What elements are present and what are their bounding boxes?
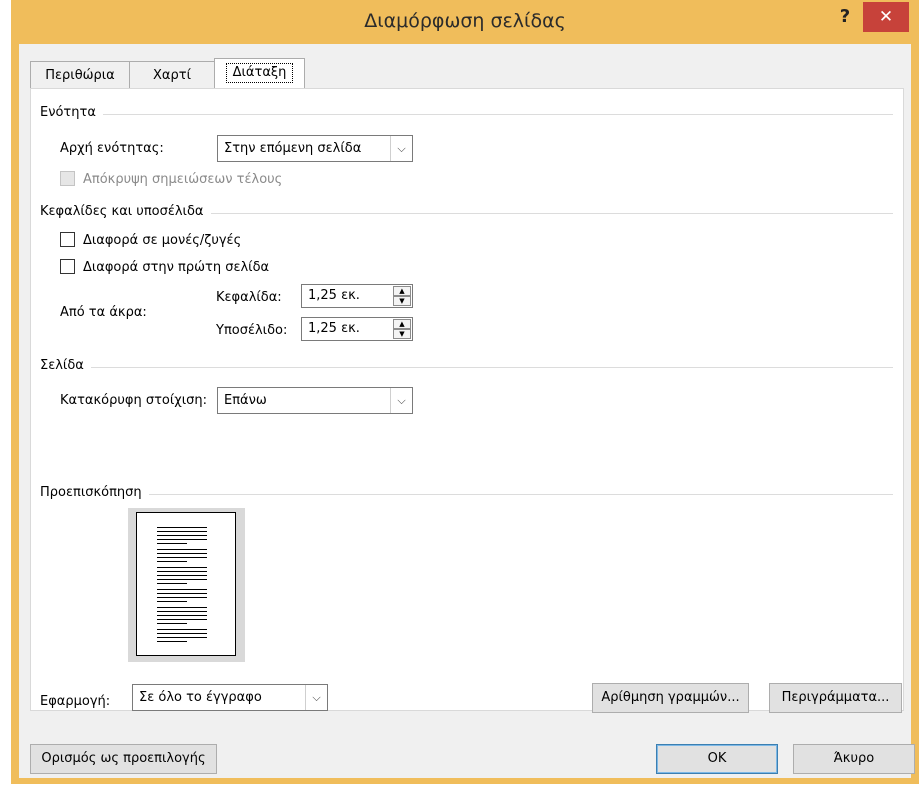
chevron-down-icon: ⌵ (390, 136, 412, 161)
preview-group-title: Προεπισκόπηση (40, 485, 142, 500)
header-distance-label: Κεφαλίδα: (216, 290, 282, 305)
preview-text-line (157, 641, 187, 642)
triangle-down-icon[interactable]: ▼ (393, 296, 411, 306)
vertical-alignment-dropdown[interactable]: Επάνω ⌵ (217, 387, 413, 414)
section-start-dropdown[interactable]: Στην επόμενη σελίδα ⌵ (217, 135, 413, 162)
preview-text-line (157, 567, 207, 568)
different-odd-even-label: Διαφορά σε μονές/ζυγές (83, 233, 242, 248)
preview-text-line (157, 557, 207, 558)
different-first-page-label: Διαφορά στην πρώτη σελίδα (83, 260, 270, 275)
preview-text-line (157, 623, 187, 624)
preview-thumbnail (128, 508, 245, 662)
triangle-up-icon[interactable]: ▲ (393, 319, 411, 329)
layout-panel: Ενότητα Αρχή ενότητας: Στην επόμενη σελί… (30, 88, 904, 711)
different-first-page-checkbox[interactable] (60, 259, 75, 274)
preview-text-line (157, 597, 207, 598)
preview-text-line (157, 543, 187, 544)
tab-layout[interactable]: Διάταξη (214, 58, 305, 89)
apply-to-value: Σε όλο το έγγραφο (139, 690, 262, 705)
set-as-default-button[interactable]: Ορισμός ως προεπιλογής (30, 744, 217, 774)
preview-text-line (157, 527, 207, 528)
preview-text-line (157, 589, 207, 590)
from-edge-label: Από τα άκρα: (60, 305, 147, 320)
preview-text-line (157, 633, 207, 634)
title-bar[interactable]: Διαμόρφωση σελίδας ? ✕ (11, 0, 919, 44)
tab-layout-label: Διάταξη (225, 63, 294, 83)
headers-footers-divider (211, 213, 893, 214)
preview-text-line (157, 611, 207, 612)
header-distance-spinner[interactable]: 1,25 εκ. ▲ ▼ (301, 284, 413, 308)
ok-button[interactable]: OK (656, 744, 778, 774)
section-start-label: Αρχή ενότητας: (60, 141, 164, 156)
section-group-title: Ενότητα (40, 105, 96, 120)
footer-distance-value: 1,25 εκ. (308, 321, 360, 336)
headers-footers-group-title: Κεφαλίδες και υποσέλιδα (40, 204, 204, 219)
triangle-down-icon[interactable]: ▼ (393, 329, 411, 339)
preview-text-line (157, 607, 207, 608)
preview-text-line (157, 539, 207, 540)
preview-text-line (157, 629, 207, 630)
preview-text-line (157, 579, 207, 580)
preview-divider (149, 494, 893, 495)
page-divider (91, 367, 893, 368)
suppress-endnotes-label: Απόκρυψη σημειώσεων τέλους (83, 172, 283, 187)
preview-text-line (157, 593, 207, 594)
vertical-alignment-value: Επάνω (224, 393, 267, 408)
line-numbers-button[interactable]: Αρίθμηση γραμμών... (592, 683, 749, 713)
close-button[interactable]: ✕ (863, 2, 909, 32)
suppress-endnotes-checkbox[interactable] (60, 171, 75, 186)
preview-text-line (157, 535, 207, 536)
vertical-alignment-label: Κατακόρυφη στοίχιση: (60, 393, 208, 408)
different-odd-even-checkbox[interactable] (60, 232, 75, 247)
tab-margins[interactable]: Περιθώρια (30, 61, 130, 89)
preview-text-line (157, 583, 187, 584)
chevron-down-icon: ⌵ (390, 388, 412, 413)
help-icon[interactable]: ? (833, 4, 857, 32)
preview-text-line (157, 575, 207, 576)
footer-distance-label: Υποσέλιδο: (216, 323, 288, 338)
preview-text-line (157, 619, 207, 620)
cancel-button[interactable]: Άκυρο (793, 744, 915, 774)
preview-text-line (157, 561, 187, 562)
tab-paper[interactable]: Χαρτί (129, 61, 215, 89)
preview-text-line (157, 615, 207, 616)
apply-to-label: Εφαρμογή: (40, 694, 111, 709)
section-divider (103, 114, 893, 115)
page-setup-dialog: Διαμόρφωση σελίδας ? ✕ Περιθώρια Χαρτί Δ… (11, 0, 919, 784)
borders-button[interactable]: Περιγράμματα... (769, 683, 902, 713)
close-icon: ✕ (878, 7, 894, 27)
apply-to-dropdown[interactable]: Σε όλο το έγγραφο ⌵ (132, 684, 328, 711)
tab-paper-label: Χαρτί (153, 68, 191, 83)
header-distance-value: 1,25 εκ. (308, 288, 360, 303)
dialog-title: Διαμόρφωση σελίδας (364, 10, 566, 32)
tab-margins-label: Περιθώρια (45, 68, 115, 83)
preview-text-line (157, 637, 207, 638)
preview-text-line (157, 549, 207, 550)
preview-text-line (157, 601, 187, 602)
footer-distance-spinner[interactable]: 1,25 εκ. ▲ ▼ (301, 317, 413, 341)
section-start-value: Στην επόμενη σελίδα (224, 141, 362, 156)
preview-page (136, 512, 236, 656)
preview-text-line (157, 531, 207, 532)
preview-text-line (157, 571, 207, 572)
dialog-body: Περιθώρια Χαρτί Διάταξη Ενότητα Αρχή ενό… (19, 44, 915, 778)
triangle-up-icon[interactable]: ▲ (393, 286, 411, 296)
page-group-title: Σελίδα (40, 358, 84, 373)
preview-text-line (157, 553, 207, 554)
chevron-down-icon: ⌵ (305, 685, 327, 710)
